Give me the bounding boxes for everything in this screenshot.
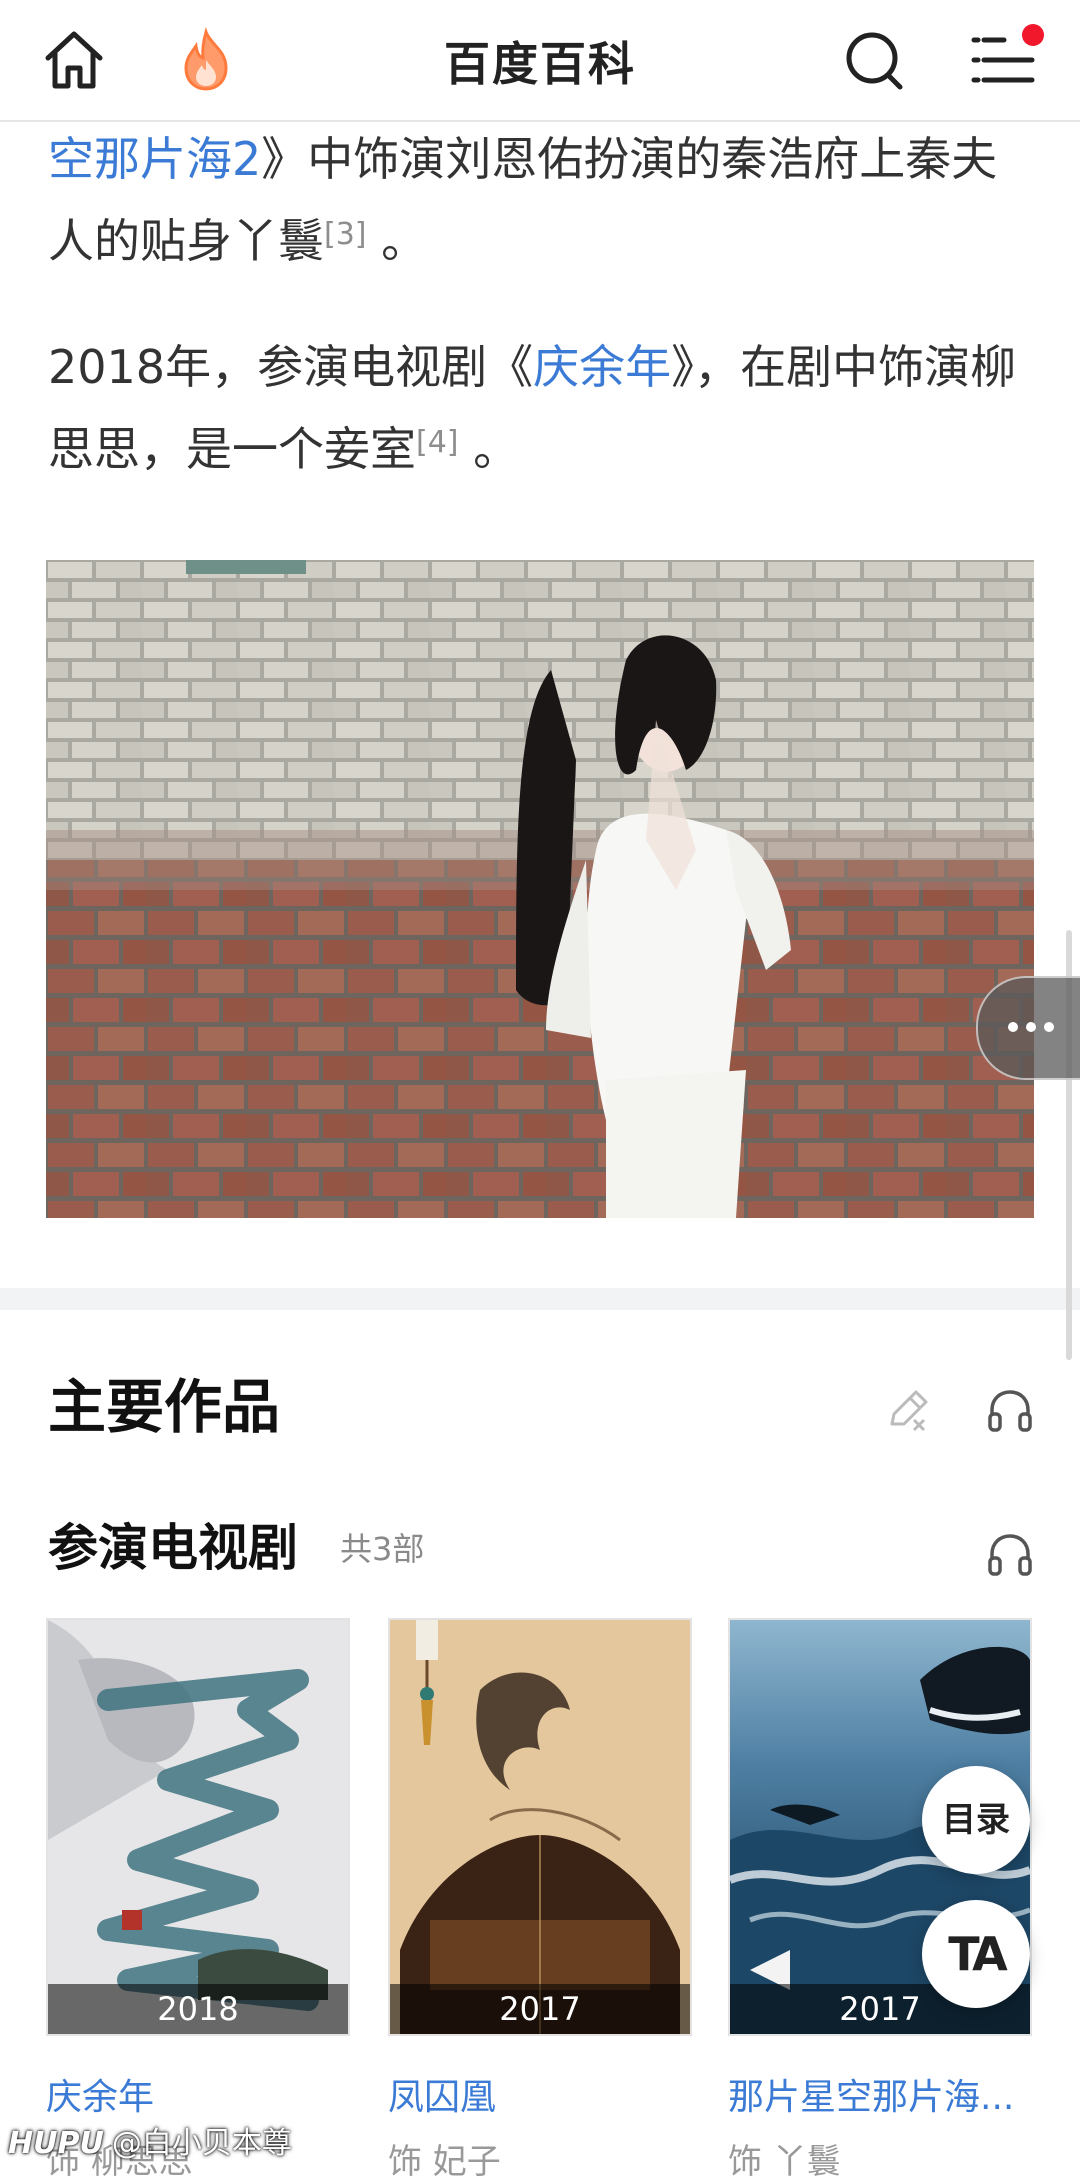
watermark: HUPU @白小贝本尊 xyxy=(8,2118,292,2162)
work-card[interactable]: 2017 凤囚凰 饰 妃子 xyxy=(388,1618,692,2182)
more-dots-icon[interactable] xyxy=(976,976,1080,1080)
work-card[interactable]: 2018 庆余年 饰 柳思思 xyxy=(46,1618,350,2182)
app-title: 百度百科 xyxy=(444,37,636,91)
work-title[interactable]: 庆余年 xyxy=(46,2068,350,2120)
paragraph-end: 。 xyxy=(366,214,428,268)
top-app-bar: 百度百科 xyxy=(0,0,1080,122)
reference-mark[interactable]: [4] xyxy=(416,425,459,460)
watermark-text: @白小贝本尊 xyxy=(111,2126,292,2161)
tv-series-count: 共3部 xyxy=(340,1530,425,1568)
poster-image[interactable]: 2018 xyxy=(46,1618,350,2036)
work-role: 饰 妃子 xyxy=(388,2142,501,2182)
section-divider xyxy=(0,1288,1080,1310)
work-role: 饰 丫鬟 xyxy=(728,2142,841,2182)
notification-badge xyxy=(1022,24,1044,46)
search-icon[interactable] xyxy=(840,26,908,94)
paragraph-end: 。 xyxy=(458,422,520,476)
work-link[interactable]: 庆余年 xyxy=(533,340,671,394)
year-label: 2017 xyxy=(390,1984,690,2034)
article-photo[interactable] xyxy=(46,560,1034,1218)
ta-button[interactable]: TA xyxy=(922,1900,1030,2008)
article-paragraph: 2018年，参演电视剧《庆余年》，在剧中饰演柳思思，是一个妾室[4] 。 xyxy=(48,326,1028,490)
tv-series-title: 参演电视剧 xyxy=(48,1519,298,1577)
section-title: 主要作品 xyxy=(48,1373,281,1441)
poster-image[interactable]: 2017 xyxy=(388,1618,692,2036)
article-paragraph: 空那片海2》中饰演刘恩佑扮演的秦浩府上秦夫人的贴身丫鬟[3] 。 xyxy=(48,118,1028,282)
work-link[interactable]: 空那片海2 xyxy=(48,132,261,186)
edit-pencil-icon[interactable] xyxy=(884,1386,932,1434)
work-title[interactable]: 那片星空那片海... xyxy=(728,2068,1032,2120)
work-title[interactable]: 凤囚凰 xyxy=(388,2068,692,2120)
paragraph-text: 2018年，参演电视剧《 xyxy=(48,340,534,394)
table-of-contents-button[interactable]: 目录 xyxy=(922,1766,1030,1874)
headphones-icon[interactable] xyxy=(984,1384,1036,1436)
headphones-icon[interactable] xyxy=(984,1528,1036,1580)
year-label: 2018 xyxy=(48,1984,348,2034)
reference-mark[interactable]: [3] xyxy=(324,217,367,252)
watermark-brand: HUPU xyxy=(8,2126,104,2161)
